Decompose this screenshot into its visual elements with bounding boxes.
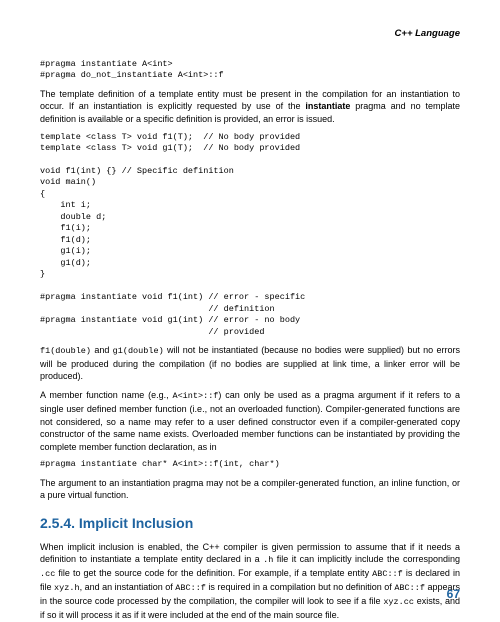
- page-number: 67: [447, 586, 460, 602]
- inline-code: g1(double): [113, 346, 164, 356]
- para-text: file it can implicitly include the corre…: [273, 554, 460, 564]
- code-block-pragma-char: #pragma instantiate char* A<int>::f(int,…: [40, 459, 460, 470]
- inline-code: ABC::f: [394, 583, 425, 593]
- paragraph-template-definition: The template definition of a template en…: [40, 88, 460, 126]
- inline-code: ABC::f: [175, 583, 206, 593]
- para-text: A member function name (e.g.,: [40, 390, 172, 400]
- keyword-instantiate: instantiate: [305, 101, 350, 111]
- paragraph-not-instantiated: f1(double) and g1(double) will not be in…: [40, 344, 460, 383]
- para-text: file to get the source code for the defi…: [55, 568, 372, 578]
- inline-code: xyz.cc: [383, 597, 414, 607]
- inline-code: .cc: [40, 569, 55, 579]
- section-heading-implicit-inclusion: 2.5.4. Implicit Inclusion: [40, 514, 460, 533]
- para-text: and: [91, 345, 113, 355]
- inline-code: f1(double): [40, 346, 91, 356]
- inline-code: A<int>::f: [172, 391, 218, 401]
- code-block-pragma-instantiate: #pragma instantiate A<int> #pragma do_no…: [40, 59, 460, 82]
- paragraph-member-function: A member function name (e.g., A<int>::f)…: [40, 389, 460, 453]
- paragraph-implicit-inclusion: When implicit inclusion is enabled, the …: [40, 541, 460, 622]
- inline-code: ABC::f: [372, 569, 403, 579]
- inline-code: xyz.h: [54, 583, 80, 593]
- paragraph-instantiation-argument: The argument to an instantiation pragma …: [40, 477, 460, 502]
- code-block-template-example: template <class T> void f1(T); // No bod…: [40, 132, 460, 338]
- page-header-title: C++ Language: [40, 28, 460, 41]
- inline-code: .h: [263, 555, 273, 565]
- para-text: , and an instantiation of: [80, 582, 176, 592]
- para-text: is required in a compilation but no defi…: [206, 582, 394, 592]
